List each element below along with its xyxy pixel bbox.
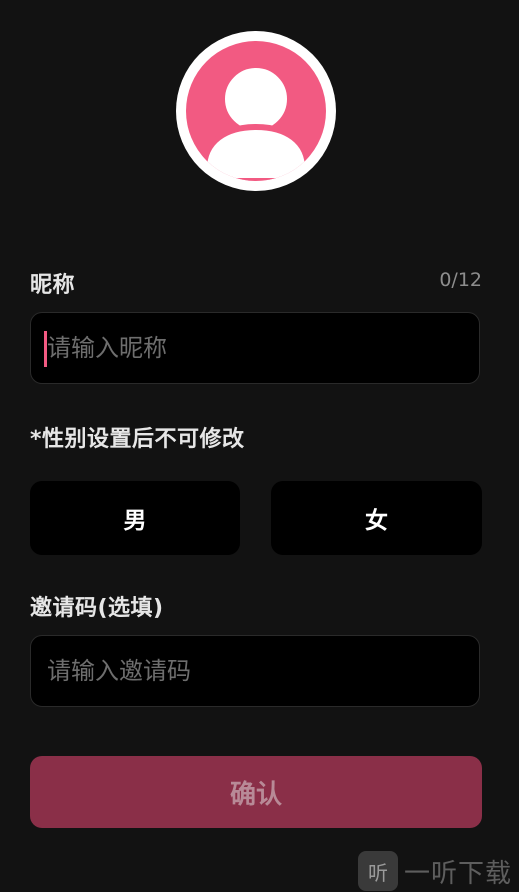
confirm-button[interactable]: 确认 [30,756,482,828]
user-silhouette-icon [186,41,326,181]
avatar[interactable] [176,31,336,191]
watermark: 听 一听下载 [358,850,519,892]
watermark-logo: 听 [358,851,398,891]
invite-code-input[interactable] [47,636,457,706]
invite-code-label: 邀请码(选填) [30,596,164,621]
nickname-field[interactable] [30,312,480,384]
male-button[interactable]: 男 [30,481,240,555]
nickname-input[interactable] [47,313,457,383]
nickname-label: 昵称 [30,273,76,298]
invite-code-field[interactable] [30,635,480,707]
gender-notice: *性别设置后不可修改 [30,427,245,452]
female-button[interactable]: 女 [271,481,482,555]
nickname-counter: 0/12 [439,269,482,291]
watermark-text: 一听下载 [404,858,513,889]
